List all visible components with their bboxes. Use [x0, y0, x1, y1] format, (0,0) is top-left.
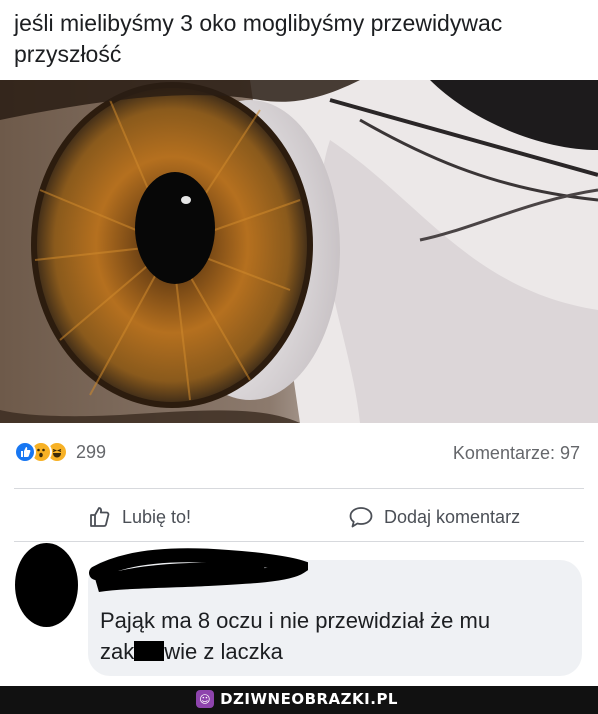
- brand-badge-icon: ☺: [196, 690, 215, 708]
- brand-logo[interactable]: ☺ DZIWNEOBRAZKI.PL: [196, 690, 398, 708]
- like-icon: [14, 441, 36, 463]
- comment-button-label: Dodaj komentarz: [384, 506, 521, 527]
- like-button[interactable]: Lubię to!: [88, 505, 191, 529]
- divider-top: [14, 488, 584, 489]
- post-actions: Lubię to! Dodaj komentarz: [0, 497, 598, 541]
- eye-photo[interactable]: [0, 80, 598, 423]
- brand-name: DZIWNEOBRAZKI.PL: [220, 690, 398, 708]
- comment-line-2-end: wie z laczka: [164, 639, 283, 664]
- comment-line-2-start: zak: [100, 639, 135, 664]
- footer-bar: ☺ DZIWNEOBRAZKI.PL: [0, 686, 598, 714]
- commenter-avatar[interactable]: [15, 543, 78, 627]
- censor-bar: [134, 641, 165, 661]
- like-button-label: Lubię to!: [122, 506, 192, 527]
- comment-line-2: zak wie z laczka: [100, 636, 570, 667]
- post-text: jeśli mielibyśmy 3 oko moglibyśmy przewi…: [14, 10, 503, 67]
- divider-bottom: [14, 541, 584, 542]
- speech-bubble-icon: [349, 507, 373, 528]
- comments-count-link[interactable]: Komentarze: 97: [453, 443, 580, 464]
- eye-closeup-image: [0, 80, 598, 423]
- comment-button[interactable]: Dodaj komentarz: [348, 505, 520, 529]
- comment-text: Pająk ma 8 oczu i nie przewidział że mu …: [100, 605, 570, 667]
- redacted-name-scribble: [89, 548, 308, 592]
- post-stats: 299 Komentarze: 97: [0, 437, 598, 471]
- reaction-count: 299: [76, 441, 107, 462]
- comment-line-1: Pająk ma 8 oczu i nie przewidział że mu: [100, 608, 491, 633]
- reactions-summary[interactable]: 299: [14, 441, 106, 463]
- thumbs-up-icon: [90, 507, 110, 527]
